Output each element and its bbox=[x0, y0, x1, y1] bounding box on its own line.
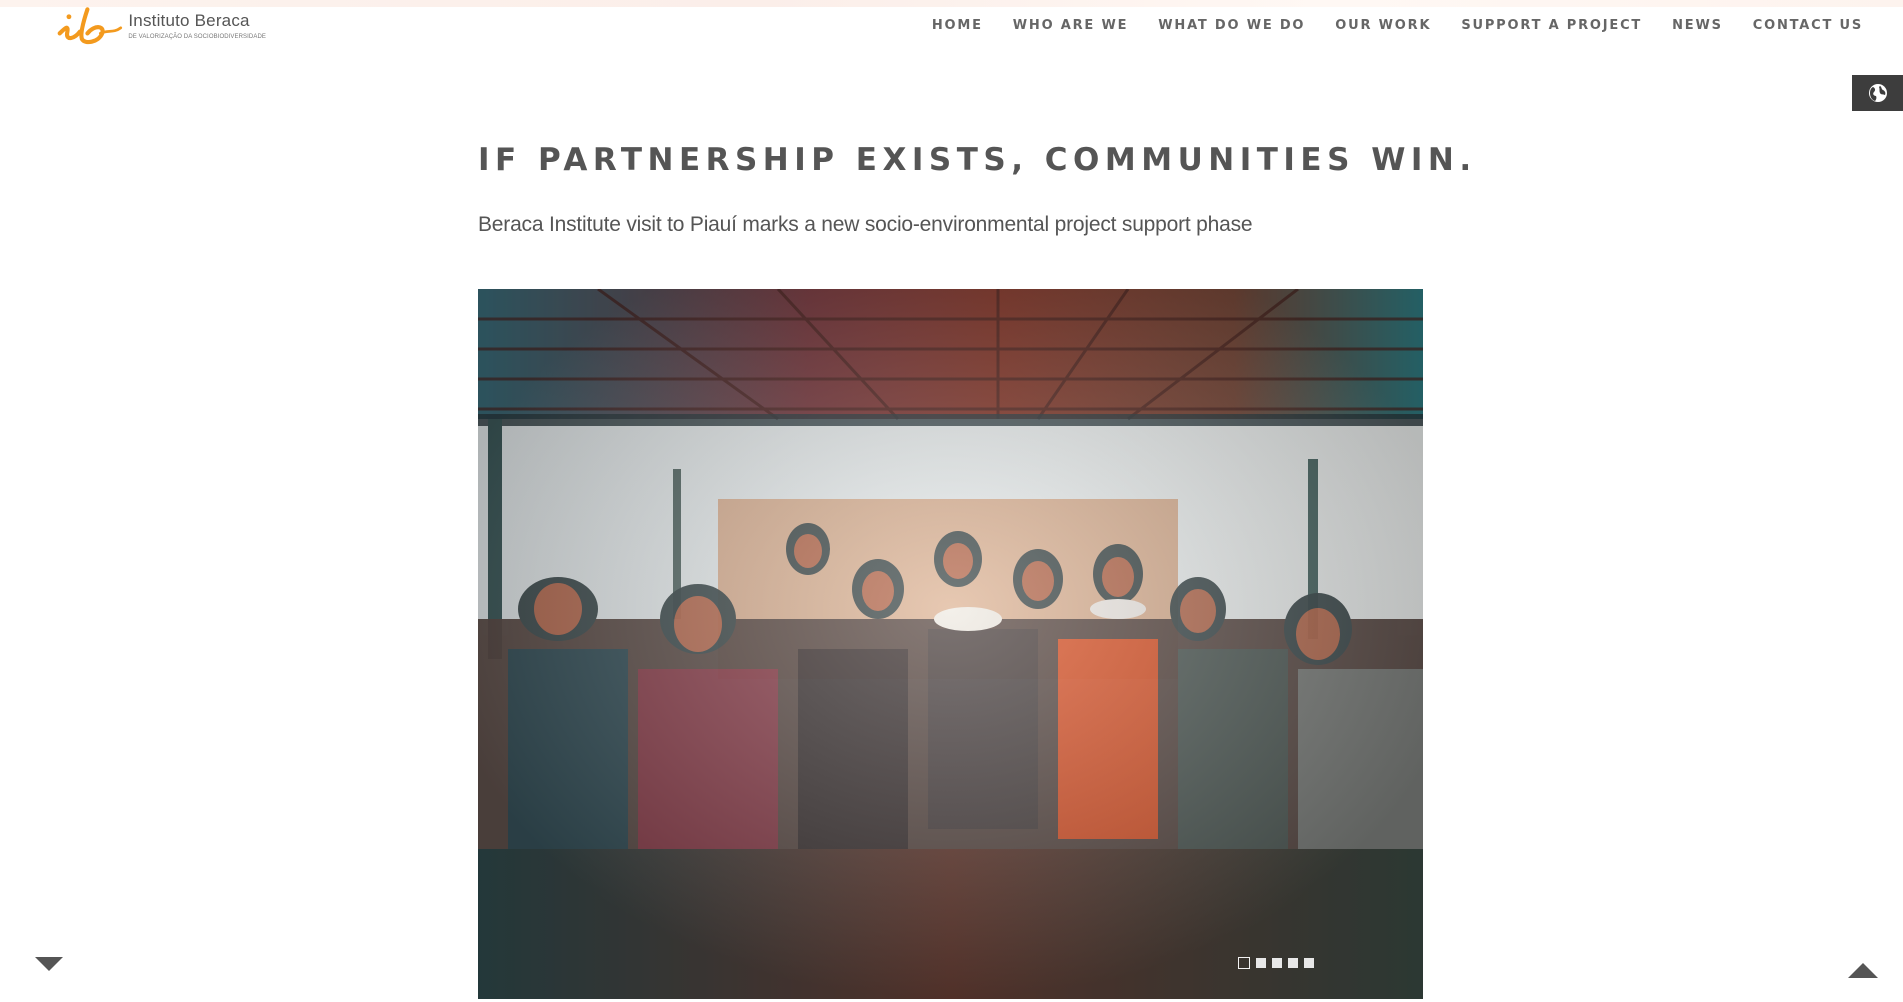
logo-tagline: DE VALORIZAÇÃO DA SOCIOBIODIVERSIDADE bbox=[128, 33, 266, 40]
nav-our-work[interactable]: OUR WORK bbox=[1305, 18, 1431, 33]
slider-dot-1[interactable] bbox=[1238, 957, 1250, 969]
slider-dot-3[interactable] bbox=[1272, 958, 1282, 968]
slider-dot-4[interactable] bbox=[1288, 958, 1298, 968]
image-slider[interactable] bbox=[478, 289, 1423, 999]
slider-dot-2[interactable] bbox=[1256, 958, 1266, 968]
logo-name: Instituto Beraca bbox=[128, 10, 250, 30]
globe-icon bbox=[1868, 84, 1887, 102]
top-accent-line bbox=[0, 0, 1903, 7]
nav-contact-us[interactable]: CONTACT US bbox=[1723, 18, 1863, 33]
main-nav: HOME WHO ARE WE WHAT DO WE DO OUR WORK S… bbox=[902, 18, 1863, 33]
triangle-down-icon[interactable] bbox=[35, 957, 63, 971]
slider-pagination bbox=[1238, 957, 1314, 969]
slider-dot-5[interactable] bbox=[1304, 958, 1314, 968]
language-button[interactable] bbox=[1852, 75, 1903, 111]
site-logo[interactable]: Instituto Beraca DE VALORIZAÇÃO DA SOCIO… bbox=[56, 4, 266, 48]
triangle-up-icon[interactable] bbox=[1848, 963, 1878, 978]
nav-news[interactable]: NEWS bbox=[1642, 18, 1723, 33]
nav-home[interactable]: HOME bbox=[902, 18, 983, 33]
article-subtitle: Beraca Institute visit to Piauí marks a … bbox=[478, 213, 1253, 236]
nav-what-do-we-do[interactable]: WHAT DO WE DO bbox=[1128, 18, 1305, 33]
ib-logo-icon bbox=[57, 7, 123, 45]
article-title: IF PARTNERSHIP EXISTS, COMMUNITIES WIN. bbox=[478, 142, 1477, 178]
nav-support-a-project[interactable]: SUPPORT A PROJECT bbox=[1431, 18, 1642, 33]
nav-who-are-we[interactable]: WHO ARE WE bbox=[983, 18, 1129, 33]
slide-photo bbox=[478, 289, 1423, 999]
